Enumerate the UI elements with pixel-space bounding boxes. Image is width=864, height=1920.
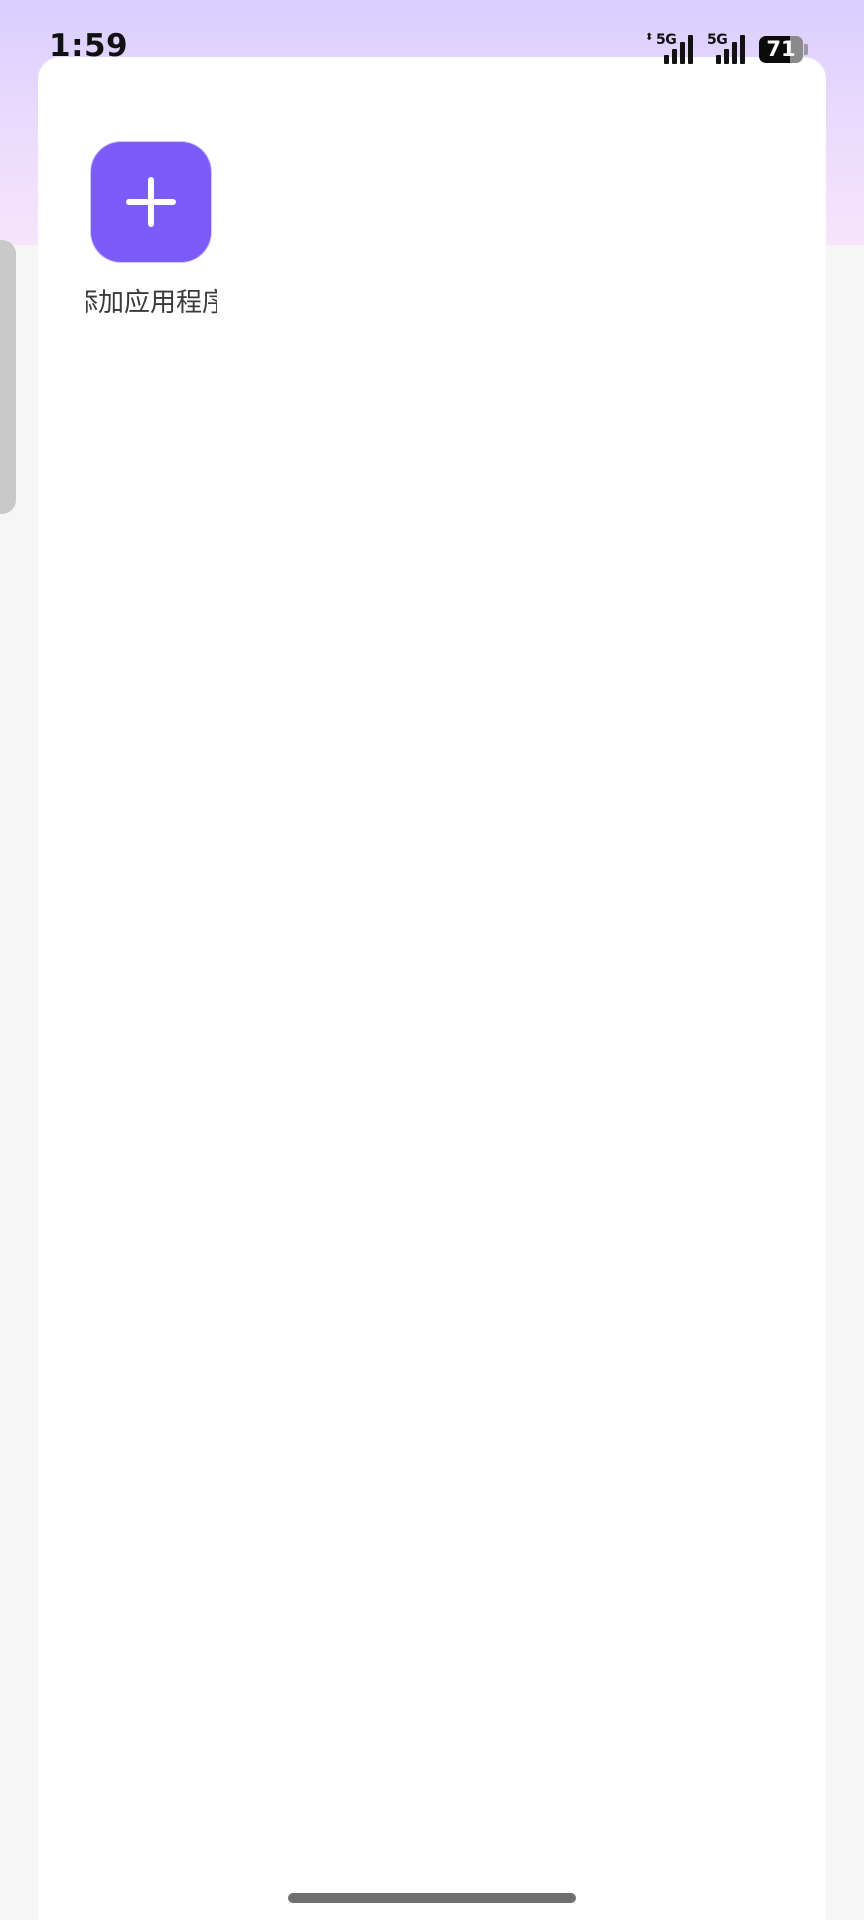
battery-cap — [804, 44, 808, 55]
app-card: 添加应用程序 — [38, 57, 826, 1920]
screen: 添加应用程序 1:59 ⬍ 5G 5G — [0, 0, 864, 1920]
arrow-up-down-icon: ⬍ — [645, 32, 654, 43]
plus-icon — [121, 172, 181, 232]
status-bar: 1:59 ⬍ 5G 5G 71 — [0, 0, 864, 100]
add-app-label: 添加应用程序 — [86, 288, 217, 318]
home-indicator[interactable] — [288, 1893, 576, 1903]
side-drawer-handle[interactable] — [0, 240, 16, 514]
sim2-signal: 5G — [706, 30, 764, 66]
status-time: 1:59 — [49, 28, 129, 64]
battery-level: 71 — [766, 37, 796, 61]
battery-icon: 71 — [759, 36, 809, 63]
sim2-signal-bars-icon — [716, 34, 756, 64]
sim1-signal-bars-icon — [664, 34, 704, 64]
add-app-label-container: 添加应用程序 — [86, 283, 217, 323]
add-app-button[interactable] — [91, 142, 211, 262]
sim1-signal: ⬍ 5G — [644, 30, 702, 66]
